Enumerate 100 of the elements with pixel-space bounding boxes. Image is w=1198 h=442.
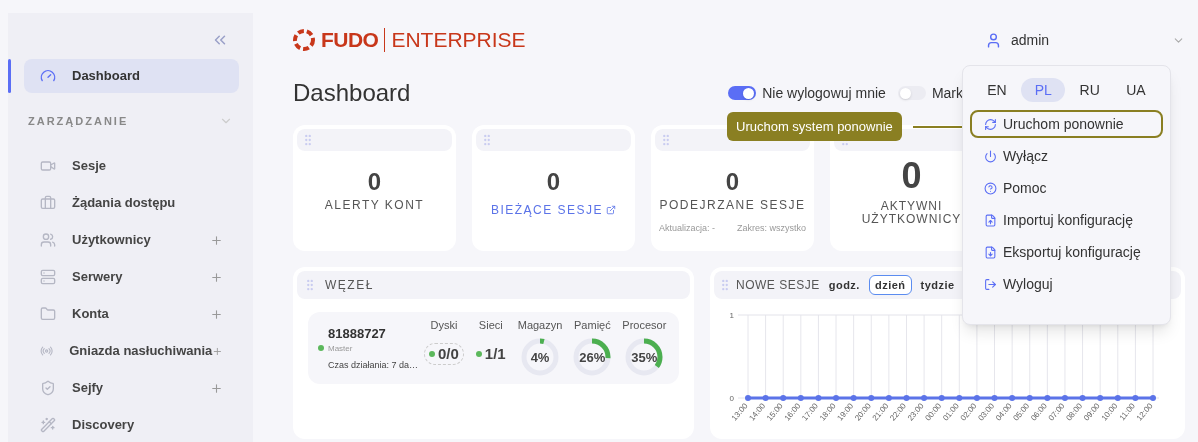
toggle-label: Nie wylogowuj mnie xyxy=(762,83,886,103)
plus-icon[interactable] xyxy=(210,381,223,395)
sidebar-item[interactable]: Żądania dostępu xyxy=(24,186,239,220)
stat-label: AKTYWNI UŻYTKOWNICY xyxy=(860,200,963,226)
stat-title: Dyski xyxy=(430,317,458,333)
data-point xyxy=(991,395,998,401)
data-point xyxy=(1114,395,1121,401)
sidebar-item[interactable]: Gniazda nasłuchiwania xyxy=(24,334,239,368)
data-point xyxy=(1132,395,1139,401)
data-point xyxy=(868,395,875,401)
panel-title: WĘZEŁ xyxy=(325,277,374,294)
range-tab[interactable]: tydzie xyxy=(915,275,960,295)
briefcase-icon xyxy=(40,195,56,211)
logo-mark-icon xyxy=(293,29,315,51)
count-value: 0/0 xyxy=(438,344,459,364)
sidebar-item[interactable]: Sesje xyxy=(24,149,239,183)
data-point xyxy=(973,395,980,401)
y-tick-label: 0 xyxy=(729,394,735,403)
logo[interactable]: FUDO ENTERPRISE xyxy=(293,24,526,56)
plus-icon[interactable] xyxy=(210,307,223,321)
data-point xyxy=(938,395,945,401)
data-point xyxy=(1150,395,1156,401)
stat-title: Pamięć xyxy=(574,317,611,333)
data-point xyxy=(1079,395,1086,401)
data-point xyxy=(885,395,892,401)
data-point xyxy=(956,395,963,401)
node-name: 81888727 xyxy=(328,324,387,343)
stat-link[interactable]: BIEŻĄCE SESJE xyxy=(490,201,617,219)
language-option[interactable]: UA xyxy=(1114,78,1158,102)
data-point xyxy=(1044,395,1051,401)
stat-value: 0 xyxy=(367,167,382,197)
logout-icon xyxy=(984,277,997,291)
logo-product: ENTERPRISE xyxy=(391,27,526,54)
data-point xyxy=(921,395,928,401)
data-point xyxy=(833,395,840,401)
logo-brand: FUDO xyxy=(321,27,379,54)
gauge-value: 35% xyxy=(631,348,658,367)
data-point xyxy=(780,395,787,401)
section-heading: ZARZĄDZANIE xyxy=(28,113,129,129)
panel-title: NOWE SESJE xyxy=(736,277,820,294)
user-icon xyxy=(985,31,1002,49)
node-role: Master xyxy=(328,343,354,355)
plus-icon[interactable] xyxy=(210,233,223,247)
count-value: 1/1 xyxy=(484,344,506,364)
stat-value: 0 xyxy=(725,167,740,197)
card-footer-text: Zakres: wszystko xyxy=(737,222,806,235)
power-icon xyxy=(984,149,997,163)
gauge-icon xyxy=(40,67,56,84)
data-point xyxy=(1097,395,1104,401)
language-option[interactable]: EN xyxy=(975,78,1019,102)
data-point xyxy=(762,395,769,401)
menu-item[interactable]: Pomoc xyxy=(970,174,1163,202)
sidebar-item[interactable]: Konta xyxy=(24,297,239,331)
server-icon xyxy=(40,269,56,285)
card-footer-text: Aktualizacja: - xyxy=(659,222,716,235)
range-tab[interactable]: godz. xyxy=(823,275,865,295)
user-name[interactable]: admin xyxy=(1011,29,1172,51)
broadcast-icon xyxy=(40,343,54,359)
file-download-icon xyxy=(984,245,997,259)
menu-item[interactable]: Importuj konfigurację xyxy=(970,206,1163,234)
external-link-icon xyxy=(606,205,617,215)
data-point xyxy=(797,395,804,401)
menu-item[interactable]: Eksportuj konfigurację xyxy=(970,238,1163,266)
file-upload-icon xyxy=(984,213,997,227)
gauge-value: 26% xyxy=(579,348,606,367)
sidebar-item[interactable]: Discovery xyxy=(24,408,239,442)
range-tab[interactable]: dzień xyxy=(868,275,912,295)
help-icon xyxy=(984,181,997,195)
data-point xyxy=(1009,395,1016,401)
sidebar-item[interactable]: Serwery xyxy=(24,260,239,294)
menu-item[interactable]: Uruchom ponownie xyxy=(970,110,1163,138)
data-point xyxy=(1026,395,1033,401)
menu-item[interactable]: Wyłącz xyxy=(970,142,1163,170)
stat-value: 0 xyxy=(546,167,561,197)
shield-icon xyxy=(40,380,56,396)
language-option[interactable]: RU xyxy=(1067,78,1112,102)
sidebar-item[interactable]: Sejfy xyxy=(24,371,239,405)
toggle-switch[interactable] xyxy=(897,86,926,100)
stat-label: PODEJRZANE SESJE xyxy=(659,199,806,212)
node-uptime: Czas działania: 7 da… xyxy=(328,359,420,372)
sidebar-item[interactable]: Użytkownicy xyxy=(24,223,239,257)
menu-item[interactable]: Wyloguj xyxy=(970,270,1163,298)
gauge-value: 4% xyxy=(530,348,550,367)
toggle-switch[interactable] xyxy=(728,86,757,100)
users-icon xyxy=(40,232,56,248)
plus-icon[interactable] xyxy=(210,270,223,284)
stat-value: 0 xyxy=(901,154,922,198)
data-point xyxy=(903,395,910,401)
stat-label: ALERTY KONT xyxy=(324,199,425,212)
refresh-icon xyxy=(984,117,997,131)
active-indicator xyxy=(8,58,11,93)
data-point xyxy=(850,395,857,401)
data-point xyxy=(815,395,822,401)
page-title: Dashboard xyxy=(293,78,411,108)
y-tick-label: 1 xyxy=(729,311,735,320)
sidebar-item[interactable]: Dashboard xyxy=(24,58,239,93)
data-point xyxy=(745,395,751,401)
folder-icon xyxy=(40,306,56,322)
magic-wand-icon xyxy=(40,417,56,433)
stat-title: Procesor xyxy=(622,317,667,333)
